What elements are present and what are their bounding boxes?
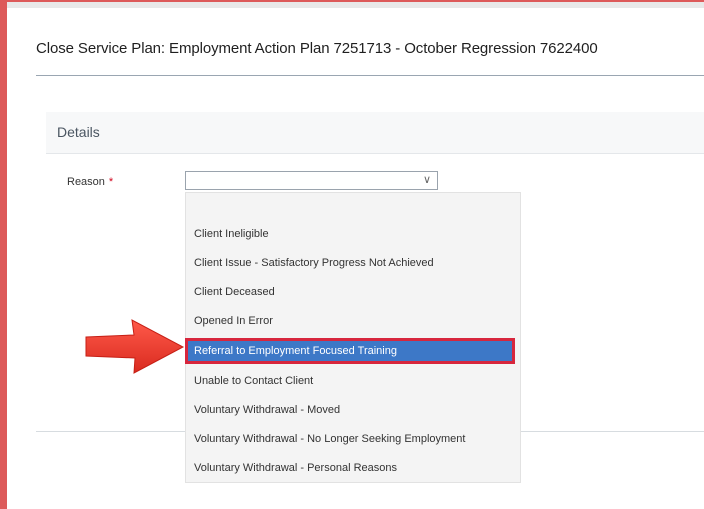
dropdown-option[interactable]: Unable to Contact Client <box>186 369 522 393</box>
arrow-right-icon <box>85 319 185 374</box>
section-title: Details <box>57 124 100 140</box>
required-marker: * <box>108 176 114 188</box>
chevron-down-icon[interactable]: ∨ <box>423 173 431 186</box>
window-frame-left <box>0 0 7 509</box>
dropdown-option[interactable]: Voluntary Withdrawal - Personal Reasons <box>186 456 522 480</box>
title-divider <box>36 75 704 76</box>
dropdown-option[interactable]: Voluntary Withdrawal - Moved <box>186 398 522 422</box>
dialog-title: Close Service Plan: Employment Action Pl… <box>36 40 598 57</box>
reason-select[interactable]: ∨ <box>185 171 438 190</box>
dropdown-option-highlighted[interactable]: Referral to Employment Focused Training <box>185 338 515 364</box>
window-frame-top <box>0 0 704 8</box>
dropdown-option[interactable]: Voluntary Withdrawal - No Longer Seeking… <box>186 427 522 451</box>
dropdown-option[interactable]: Client Issue - Satisfactory Progress Not… <box>186 251 522 275</box>
reason-label: Reason * <box>67 176 113 188</box>
reason-dropdown-list[interactable]: Client Ineligible Client Issue - Satisfa… <box>185 192 521 483</box>
reason-label-text: Reason <box>67 176 105 188</box>
details-section-header: Details <box>46 112 704 154</box>
dropdown-option[interactable]: Client Ineligible <box>186 222 522 246</box>
dropdown-option[interactable]: Client Deceased <box>186 280 522 304</box>
dropdown-option-blank[interactable] <box>186 197 522 221</box>
dropdown-option[interactable]: Opened In Error <box>186 309 522 333</box>
